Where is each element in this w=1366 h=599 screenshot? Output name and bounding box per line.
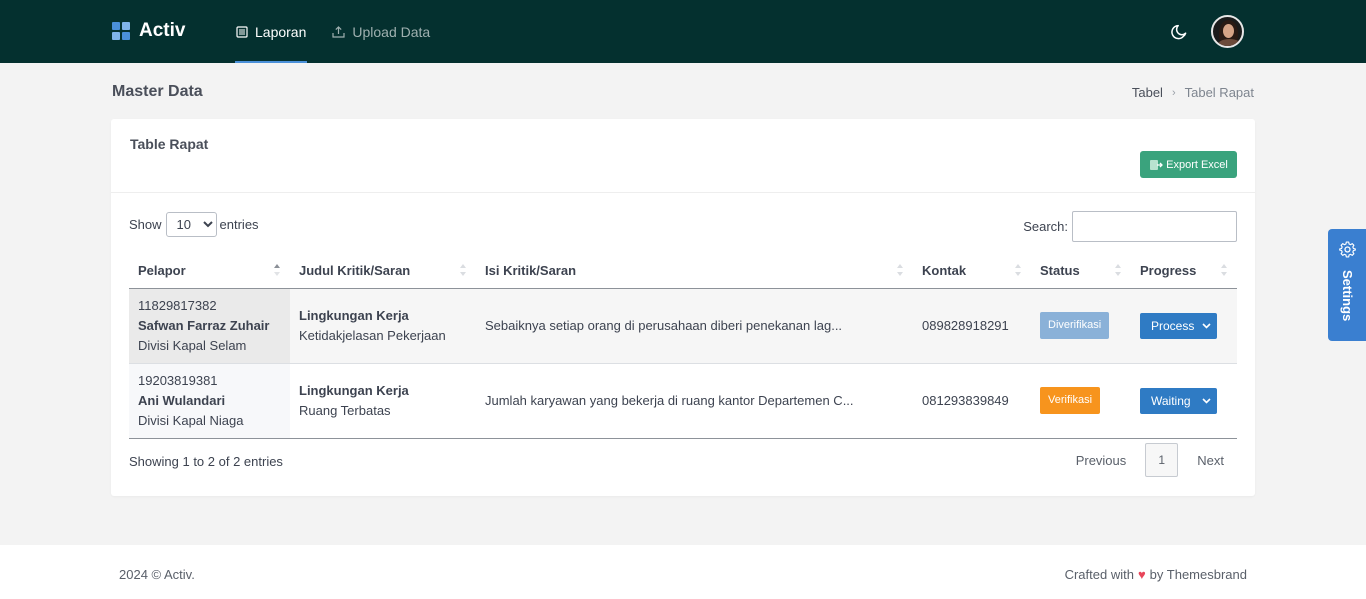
nav-item-label: Laporan bbox=[255, 23, 307, 40]
gear-icon bbox=[1339, 241, 1356, 258]
search-control: Search: bbox=[1023, 211, 1237, 242]
cell-judul: Lingkungan Kerja Ruang Terbatas bbox=[290, 363, 476, 439]
entries-label: entries bbox=[219, 217, 259, 232]
nav-item-label: Upload Data bbox=[352, 23, 431, 40]
judul-subtitle: Ketidakjelasan Pekerjaan bbox=[299, 327, 446, 343]
column-header-judul[interactable]: Judul Kritik/Saran bbox=[290, 253, 476, 289]
pelapor-division: Divisi Kapal Niaga bbox=[138, 412, 244, 428]
table-row: 11829817382 Safwan Farraz Zuhair Divisi … bbox=[129, 288, 1237, 364]
table-info: Showing 1 to 2 of 2 entries bbox=[129, 454, 283, 469]
list-icon bbox=[236, 25, 248, 38]
main-nav: Laporan Upload Data bbox=[235, 0, 455, 63]
cell-judul: Lingkungan Kerja Ketidakjelasan Pekerjaa… bbox=[290, 288, 476, 364]
column-header-progress[interactable]: Progress bbox=[1131, 253, 1237, 289]
brand-logo-icon bbox=[112, 22, 130, 40]
cell-kontak: 081293839849 bbox=[913, 363, 1031, 439]
search-input[interactable] bbox=[1072, 211, 1237, 242]
progress-dropdown-label: Waiting bbox=[1151, 393, 1191, 408]
sort-icon bbox=[1221, 264, 1227, 276]
heart-icon: ♥ bbox=[1137, 567, 1146, 582]
pelapor-division: Divisi Kapal Selam bbox=[138, 337, 247, 353]
nav-item-upload-data[interactable]: Upload Data bbox=[331, 0, 431, 63]
pelapor-name: Safwan Farraz Zuhair bbox=[138, 317, 270, 333]
progress-dropdown[interactable]: Waiting bbox=[1140, 387, 1217, 414]
chevron-down-icon bbox=[1202, 322, 1211, 329]
moon-icon[interactable] bbox=[1171, 23, 1189, 41]
column-header-label: Kontak bbox=[922, 262, 967, 278]
export-excel-label: Export Excel bbox=[1166, 158, 1228, 171]
footer-crafted-prefix: Crafted with bbox=[1064, 567, 1134, 582]
footer-credit: Crafted with ♥ by Themesbrand bbox=[1065, 567, 1247, 582]
next-button[interactable]: Next bbox=[1184, 453, 1237, 468]
upload-icon bbox=[332, 25, 345, 38]
avatar-face bbox=[1223, 24, 1234, 38]
column-header-label: Progress bbox=[1140, 262, 1197, 278]
cell-isi: Jumlah karyawan yang bekerja di ruang ka… bbox=[476, 363, 913, 439]
top-navbar: Activ Laporan Upload Data bbox=[0, 0, 1366, 63]
breadcrumb-item-tabel[interactable]: Tabel bbox=[1132, 85, 1163, 100]
table-header-row: Pelapor Judul Kritik/Saran Isi Kritik/Sa… bbox=[129, 253, 1237, 289]
breadcrumb-item-current: Tabel Rapat bbox=[1184, 85, 1254, 100]
column-header-label: Judul Kritik/Saran bbox=[299, 262, 411, 278]
brand[interactable]: Activ bbox=[112, 20, 185, 42]
cell-status: Diverifikasi bbox=[1031, 288, 1131, 364]
pelapor-id: 19203819381 bbox=[138, 372, 218, 388]
user-avatar[interactable] bbox=[1211, 15, 1244, 48]
previous-button[interactable]: Previous bbox=[1063, 453, 1140, 468]
chevron-right-icon: › bbox=[1171, 86, 1176, 99]
footer-crafted-suffix: by Themesbrand bbox=[1149, 567, 1247, 582]
pagination: Previous 1 Next bbox=[1063, 443, 1237, 477]
column-header-status[interactable]: Status bbox=[1031, 253, 1131, 289]
progress-dropdown-label: Process bbox=[1151, 318, 1195, 333]
card-title: Table Rapat bbox=[130, 136, 209, 152]
cell-pelapor: 19203819381 Ani Wulandari Divisi Kapal N… bbox=[129, 363, 290, 439]
column-header-label: Isi Kritik/Saran bbox=[485, 262, 577, 278]
judul-title: Lingkungan Kerja bbox=[299, 382, 409, 398]
sort-asc-icon bbox=[274, 264, 280, 276]
chevron-down-icon bbox=[1202, 397, 1211, 404]
sort-icon bbox=[1015, 264, 1021, 276]
breadcrumb: Tabel › Tabel Rapat bbox=[1132, 85, 1254, 100]
cell-status: Verifikasi bbox=[1031, 363, 1131, 439]
brand-name: Activ bbox=[139, 20, 186, 41]
pelapor-name: Ani Wulandari bbox=[138, 392, 226, 408]
sort-icon bbox=[897, 264, 903, 276]
divider bbox=[111, 192, 1255, 193]
table-card: Table Rapat Export Excel Show 10 entries… bbox=[111, 119, 1255, 496]
nav-item-laporan[interactable]: Laporan bbox=[235, 0, 308, 63]
settings-tab[interactable]: Settings bbox=[1328, 229, 1366, 341]
column-header-pelapor[interactable]: Pelapor bbox=[129, 253, 290, 289]
page-length-select[interactable]: 10 bbox=[165, 212, 217, 237]
cell-pelapor: 11829817382 Safwan Farraz Zuhair Divisi … bbox=[129, 288, 290, 364]
page-length-control: Show 10 entries bbox=[129, 212, 259, 237]
export-excel-button[interactable]: Export Excel bbox=[1140, 151, 1237, 178]
sort-icon bbox=[1115, 264, 1121, 276]
page-title: Master Data bbox=[112, 83, 203, 100]
status-badge: Diverifikasi bbox=[1040, 312, 1110, 339]
excel-icon bbox=[1150, 159, 1164, 170]
footer: 2024 © Activ. Crafted with ♥ by Themesbr… bbox=[0, 545, 1366, 599]
avatar-body bbox=[1217, 39, 1242, 46]
column-header-label: Status bbox=[1040, 262, 1080, 278]
settings-label: Settings bbox=[1340, 270, 1355, 322]
cell-isi: Sebaiknya setiap orang di perusahaan dib… bbox=[476, 288, 913, 364]
judul-subtitle: Ruang Terbatas bbox=[299, 402, 391, 418]
cell-progress: Waiting bbox=[1131, 363, 1237, 439]
column-header-kontak[interactable]: Kontak bbox=[913, 253, 1031, 289]
cell-kontak: 089828918291 bbox=[913, 288, 1031, 364]
verify-button[interactable]: Verifikasi bbox=[1040, 387, 1101, 414]
table-row: 19203819381 Ani Wulandari Divisi Kapal N… bbox=[129, 363, 1237, 439]
column-header-label: Pelapor bbox=[138, 262, 186, 278]
column-header-isi[interactable]: Isi Kritik/Saran bbox=[476, 253, 913, 289]
search-label: Search: bbox=[1023, 219, 1068, 234]
sort-icon bbox=[460, 264, 466, 276]
cell-progress: Process bbox=[1131, 288, 1237, 364]
progress-dropdown[interactable]: Process bbox=[1140, 312, 1217, 339]
show-label: Show bbox=[129, 217, 162, 232]
page-button-1[interactable]: 1 bbox=[1145, 443, 1179, 477]
data-table: Pelapor Judul Kritik/Saran Isi Kritik/Sa… bbox=[129, 253, 1237, 439]
pelapor-id: 11829817382 bbox=[138, 297, 217, 313]
judul-title: Lingkungan Kerja bbox=[299, 307, 409, 323]
footer-copyright: 2024 © Activ. bbox=[119, 567, 195, 582]
